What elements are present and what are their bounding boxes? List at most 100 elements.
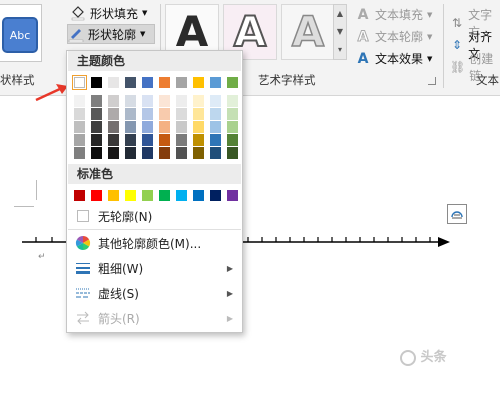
arrows-item[interactable]: 箭头(R) ▶	[68, 306, 241, 330]
theme-color-shade-swatch[interactable]	[74, 108, 85, 120]
theme-color-shade-swatch[interactable]	[142, 95, 153, 107]
theme-color-shade-swatch[interactable]	[108, 147, 119, 159]
theme-color-shade-swatch[interactable]	[142, 121, 153, 133]
theme-color-shade-swatch[interactable]	[108, 95, 119, 107]
chevron-down-icon: ▼	[142, 9, 148, 17]
text-effects-icon: A	[357, 50, 369, 67]
theme-color-shade-swatch[interactable]	[210, 147, 221, 159]
theme-color-swatch[interactable]	[91, 77, 102, 88]
dialog-launcher-icon[interactable]	[428, 77, 436, 85]
scroll-up-icon[interactable]: ▲	[334, 5, 346, 23]
theme-color-shade-swatch[interactable]	[108, 134, 119, 146]
standard-color-swatch[interactable]	[125, 190, 136, 201]
standard-color-swatch[interactable]	[193, 190, 204, 201]
standard-color-swatch[interactable]	[176, 190, 187, 201]
text-outline-button[interactable]: A 文本轮廓 ▼	[355, 28, 432, 45]
dashes-item[interactable]: 虚线(S) ▶	[68, 281, 241, 305]
theme-color-swatch[interactable]	[227, 77, 238, 88]
theme-color-shade-swatch[interactable]	[91, 108, 102, 120]
theme-color-shade-swatch[interactable]	[125, 147, 136, 159]
theme-color-shade-swatch[interactable]	[176, 134, 187, 146]
theme-color-swatch[interactable]	[193, 77, 204, 88]
standard-color-swatch[interactable]	[74, 190, 85, 201]
theme-color-swatch[interactable]	[142, 77, 153, 88]
standard-color-swatch[interactable]	[159, 190, 170, 201]
theme-color-swatch[interactable]	[125, 77, 136, 88]
theme-color-shade-swatch[interactable]	[193, 147, 204, 159]
theme-color-shade-swatch[interactable]	[91, 121, 102, 133]
theme-color-shade-swatch[interactable]	[227, 147, 238, 159]
more-outline-colors-item[interactable]: 其他轮廓颜色(M)...	[68, 231, 241, 255]
theme-color-shade-swatch[interactable]	[227, 134, 238, 146]
theme-color-shade-swatch[interactable]	[142, 147, 153, 159]
theme-color-shade-swatch[interactable]	[159, 134, 170, 146]
theme-color-swatch[interactable]	[210, 77, 221, 88]
theme-color-shade-swatch[interactable]	[74, 95, 85, 107]
theme-color-shade-swatch[interactable]	[91, 95, 102, 107]
text-effects-button[interactable]: A 文本效果 ▼	[355, 50, 433, 67]
shape-outline-label: 形状轮廓	[88, 27, 137, 42]
theme-color-shade-swatch[interactable]	[210, 95, 221, 107]
shape-fill-button[interactable]: 形状填充 ▼	[70, 3, 156, 23]
theme-color-shade-swatch[interactable]	[142, 134, 153, 146]
theme-color-shade-swatch[interactable]	[159, 108, 170, 120]
theme-color-shade-swatch[interactable]	[159, 121, 170, 133]
layout-options-button[interactable]	[447, 204, 467, 224]
theme-color-shade-swatch[interactable]	[176, 147, 187, 159]
theme-color-swatch[interactable]	[159, 77, 170, 88]
standard-color-swatch[interactable]	[142, 190, 153, 201]
theme-color-shade-swatch[interactable]	[210, 121, 221, 133]
theme-color-shade-swatch[interactable]	[91, 147, 102, 159]
theme-color-swatch[interactable]	[108, 77, 119, 88]
theme-color-shade-swatch[interactable]	[210, 108, 221, 120]
theme-color-swatch[interactable]	[176, 77, 187, 88]
theme-color-swatch[interactable]	[72, 75, 87, 90]
theme-color-shade-swatch[interactable]	[125, 95, 136, 107]
theme-color-shade-swatch[interactable]	[227, 95, 238, 107]
theme-color-shade-swatch[interactable]	[227, 108, 238, 120]
menu-divider	[68, 229, 241, 230]
theme-color-shade-swatch[interactable]	[125, 134, 136, 146]
theme-color-shade-swatch[interactable]	[193, 134, 204, 146]
text-group-label: 文本	[476, 73, 499, 87]
no-outline-item[interactable]: 无轮廓(N)	[68, 204, 241, 228]
more-outline-colors-label: 其他轮廓颜色(M)...	[98, 236, 202, 251]
theme-color-shade-swatch[interactable]	[74, 134, 85, 146]
shape-outline-button[interactable]: 形状轮廓 ▼	[67, 24, 155, 44]
theme-color-shade-swatch[interactable]	[74, 121, 85, 133]
standard-colors-header: 标准色	[68, 164, 241, 184]
theme-color-shade-swatch[interactable]	[176, 121, 187, 133]
theme-color-shade-swatch[interactable]	[125, 121, 136, 133]
link-icon: ⛓	[450, 60, 466, 74]
weight-item[interactable]: 粗细(W) ▶	[68, 256, 241, 280]
theme-color-shade-swatch[interactable]	[227, 121, 238, 133]
standard-color-swatch[interactable]	[91, 190, 102, 201]
theme-color-shade-swatch[interactable]	[159, 147, 170, 159]
text-fill-icon: A	[357, 6, 369, 23]
standard-color-swatch[interactable]	[108, 190, 119, 201]
theme-color-shade-swatch[interactable]	[91, 134, 102, 146]
theme-color-shade-swatch[interactable]	[193, 121, 204, 133]
theme-color-shade-swatch[interactable]	[176, 95, 187, 107]
chevron-down-icon: ▼	[427, 32, 433, 41]
wordart-gallery-scroll[interactable]: ▲ ▼ ▾	[333, 4, 347, 60]
theme-color-shade-swatch[interactable]	[125, 108, 136, 120]
theme-color-shade-swatch[interactable]	[142, 108, 153, 120]
watermark: 头条	[400, 346, 447, 366]
theme-color-shade-swatch[interactable]	[108, 108, 119, 120]
text-fill-button[interactable]: A 文本填充 ▼	[355, 6, 433, 23]
gallery-more-icon[interactable]: ▾	[334, 41, 346, 59]
theme-color-shade-swatch[interactable]	[108, 121, 119, 133]
theme-color-shade-swatch[interactable]	[193, 108, 204, 120]
scroll-down-icon[interactable]: ▼	[334, 23, 346, 41]
theme-color-shade-swatch[interactable]	[74, 147, 85, 159]
theme-color-shade-swatch[interactable]	[210, 134, 221, 146]
standard-color-swatch[interactable]	[227, 190, 238, 201]
wordart-style-3[interactable]: A	[281, 4, 335, 60]
shape-style-gallery[interactable]: Abc	[0, 4, 42, 62]
shape-style-abc[interactable]: Abc	[2, 17, 38, 53]
theme-color-shade-swatch[interactable]	[193, 95, 204, 107]
standard-color-swatch[interactable]	[210, 190, 221, 201]
theme-color-shade-swatch[interactable]	[159, 95, 170, 107]
theme-color-shade-swatch[interactable]	[176, 108, 187, 120]
